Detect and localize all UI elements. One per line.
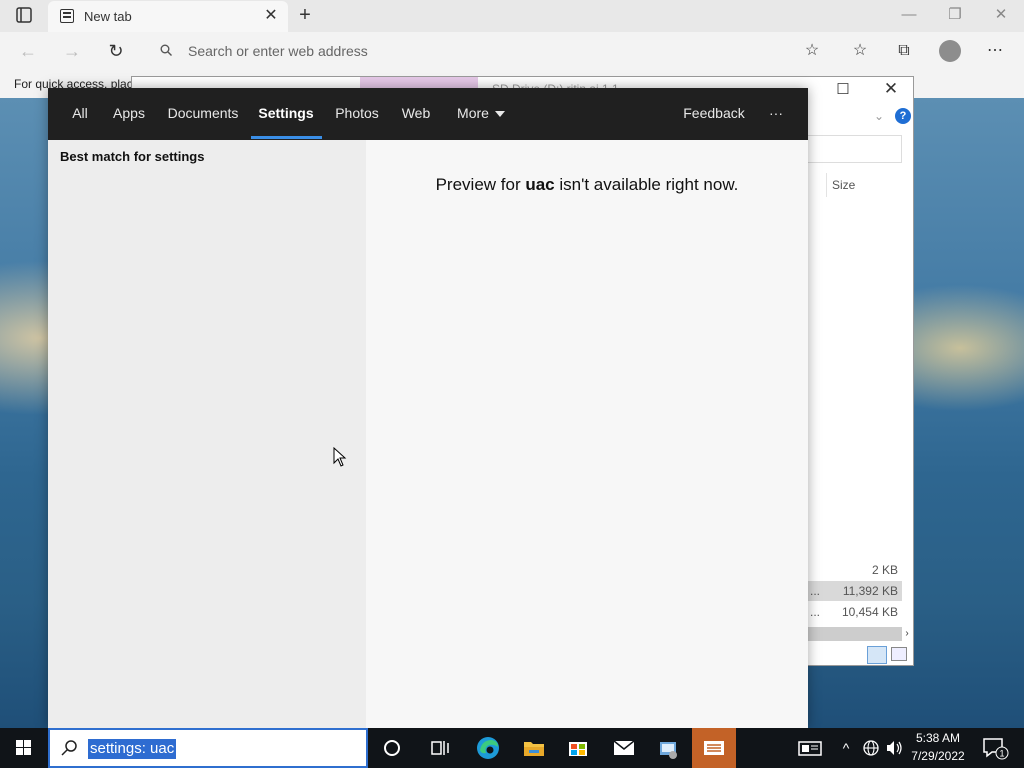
- file-row[interactable]: ... 11,392 KB: [808, 581, 902, 601]
- search-icon: [61, 740, 77, 756]
- column-divider: [826, 173, 827, 197]
- mail-icon[interactable]: [602, 728, 646, 768]
- tab-more[interactable]: More: [450, 88, 512, 140]
- horizontal-scrollbar[interactable]: [808, 627, 902, 641]
- chevron-down-icon[interactable]: ⌄: [874, 109, 884, 123]
- tab-documents[interactable]: Documents: [166, 88, 240, 140]
- tab-title: New tab: [84, 9, 132, 24]
- explorer-close-button[interactable]: ✕: [880, 79, 902, 99]
- mouse-pointer-icon: [333, 447, 347, 467]
- explorer-search-input[interactable]: [800, 135, 902, 163]
- show-hidden-icons-icon[interactable]: ^: [838, 740, 854, 756]
- notification-center-icon[interactable]: 1: [980, 736, 1010, 760]
- cortana-icon[interactable]: [370, 728, 414, 768]
- browser-toolbar: ← → ↻ Search or enter web address ☆ ☆ ⧉ …: [0, 32, 1024, 70]
- forward-arrow-icon[interactable]: →: [58, 37, 86, 65]
- new-tab-button[interactable]: +: [294, 4, 316, 26]
- minimize-button[interactable]: —: [889, 4, 929, 26]
- file-row[interactable]: ... 10,454 KB: [808, 602, 902, 622]
- new-tab-page-icon: [60, 9, 74, 23]
- maximize-button[interactable]: ☐: [832, 80, 854, 100]
- file-explorer-icon[interactable]: [512, 728, 556, 768]
- file-row[interactable]: 2 KB: [808, 560, 902, 580]
- more-options-icon[interactable]: ···: [762, 88, 790, 140]
- tab-settings[interactable]: Settings: [254, 88, 318, 140]
- preview-pane: Preview for uac isn't available right no…: [366, 140, 808, 728]
- tab-photos[interactable]: Photos: [332, 88, 382, 140]
- close-tab-icon[interactable]: ✕: [262, 6, 280, 26]
- add-favorite-icon[interactable]: ☆: [799, 38, 825, 64]
- feedback-button[interactable]: Feedback: [682, 88, 746, 140]
- preview-message: Preview for uac isn't available right no…: [435, 175, 739, 194]
- tab-all[interactable]: All: [66, 88, 94, 140]
- details-view-icon[interactable]: [867, 646, 887, 664]
- task-view-icon[interactable]: [418, 728, 462, 768]
- network-globe-icon[interactable]: [860, 728, 882, 768]
- address-placeholder: Search or enter web address: [188, 43, 368, 59]
- back-arrow-icon[interactable]: ←: [14, 37, 42, 65]
- refresh-icon[interactable]: ↻: [102, 37, 130, 65]
- large-icons-view-icon[interactable]: [891, 647, 907, 661]
- best-match-heading: Best match for settings: [60, 149, 205, 164]
- taskbar-search-input[interactable]: settings: uac: [48, 728, 368, 768]
- clock-time[interactable]: 5:38 AM: [906, 731, 970, 745]
- active-app-icon[interactable]: [692, 728, 736, 768]
- collections-icon[interactable]: ⧉: [891, 38, 917, 64]
- notification-count: 1: [999, 749, 1004, 759]
- tab-apps[interactable]: Apps: [110, 88, 148, 140]
- control-panel-icon[interactable]: [646, 728, 690, 768]
- restore-button[interactable]: ❐: [935, 4, 975, 26]
- search-icon: [160, 44, 172, 56]
- active-tab-indicator: [251, 136, 322, 139]
- edge-browser-icon[interactable]: [466, 728, 510, 768]
- search-query-text: settings: uac: [88, 739, 177, 759]
- more-label: More: [457, 105, 489, 121]
- volume-icon[interactable]: [883, 728, 905, 768]
- tab-actions-icon[interactable]: [8, 7, 40, 25]
- news-widget-icon[interactable]: [796, 728, 824, 768]
- taskbar: settings: uac ^ 5:38 AM 7/29/2022 1: [0, 728, 1024, 768]
- scroll-right-arrow-icon[interactable]: ›: [902, 627, 912, 641]
- favorites-icon[interactable]: ☆: [847, 38, 873, 64]
- windows-start-icon[interactable]: [0, 728, 48, 768]
- clock-date[interactable]: 7/29/2022: [906, 749, 970, 763]
- settings-more-icon[interactable]: ⋯: [982, 38, 1008, 64]
- close-window-button[interactable]: ✕: [981, 4, 1021, 26]
- results-pane: Best match for settings: [48, 140, 366, 728]
- tab-strip: New tab ✕ + — ❐ ✕: [0, 0, 1024, 32]
- profile-avatar[interactable]: [939, 40, 961, 62]
- help-icon[interactable]: ?: [895, 108, 911, 124]
- address-bar[interactable]: Search or enter web address: [146, 36, 836, 66]
- microsoft-store-icon[interactable]: [556, 728, 600, 768]
- search-scope-tabs: All Apps Documents Settings Photos Web M…: [48, 88, 808, 140]
- browser-tab[interactable]: New tab ✕: [48, 1, 288, 32]
- search-flyout: All Apps Documents Settings Photos Web M…: [48, 88, 808, 728]
- preview-term: uac: [525, 175, 555, 194]
- tab-web[interactable]: Web: [398, 88, 434, 140]
- caret-down-icon: [494, 111, 505, 118]
- size-column-header[interactable]: Size: [832, 178, 855, 192]
